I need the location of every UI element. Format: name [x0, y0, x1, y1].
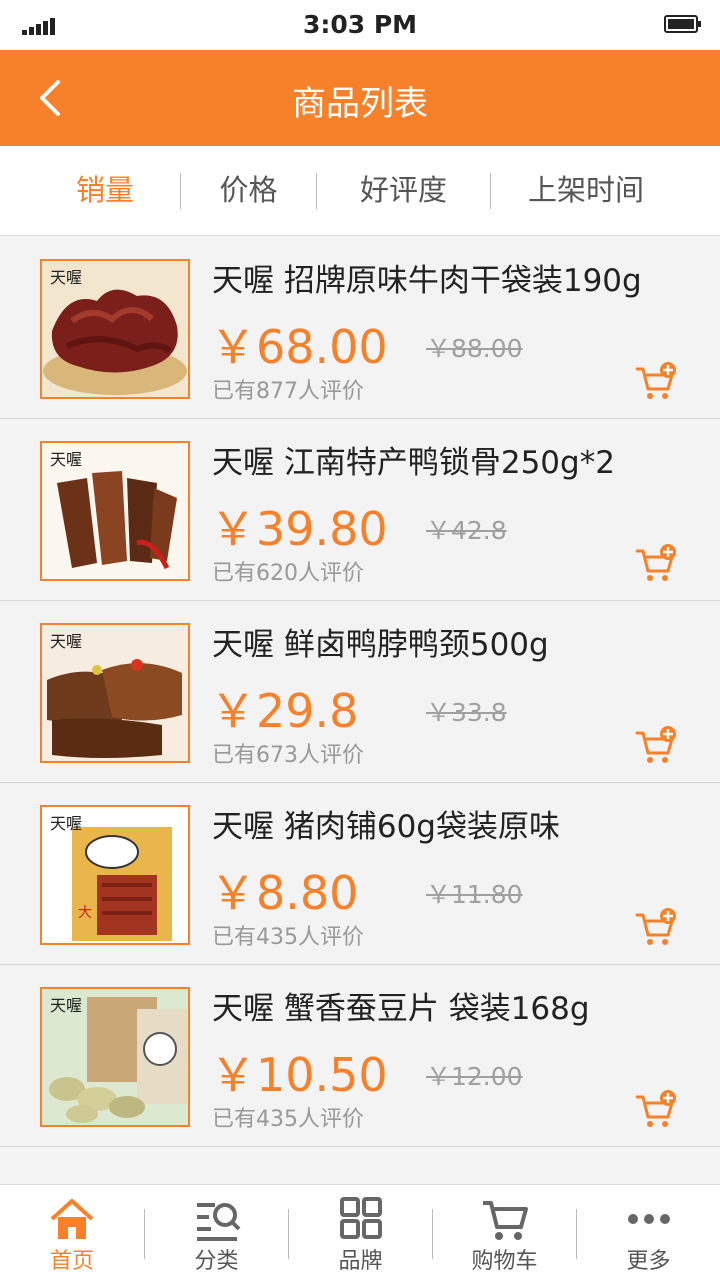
product-item[interactable]: 天喔 天喔 江南特产鸭锁骨250g*2 ￥39.80 ￥42.8 已有620人评… [0, 419, 720, 601]
svg-text:天喔: 天喔 [50, 814, 82, 833]
product-item[interactable]: 天喔 天喔 鲜卤鸭脖鸭颈500g ￥29.8 ￥33.8 已有673人评价 [0, 601, 720, 783]
home-icon [50, 1199, 94, 1239]
product-original-price: ￥33.8 [426, 698, 507, 727]
sort-tab-sales[interactable]: 销量 [30, 146, 180, 235]
category-search-icon [196, 1203, 240, 1241]
status-time: 3:03 PM [302, 10, 418, 39]
product-review-count: 已有435人评价 [212, 925, 364, 950]
product-original-price: ￥12.00 [426, 1062, 523, 1091]
tab-more[interactable]: 更多 [577, 1185, 720, 1280]
product-item[interactable]: 天喔 天喔 招牌原味牛肉干袋装190g ￥68.00 ￥88.00 已有877人… [0, 237, 720, 419]
product-price: ￥29.8 [210, 684, 359, 738]
add-to-cart-icon[interactable] [634, 725, 678, 765]
product-item[interactable]: 大 天喔 天喔 猪肉铺60g袋装原味 ￥8.80 ￥11.80 已有435人评价 [0, 783, 720, 965]
tab-home[interactable]: 首页 [0, 1185, 144, 1280]
header-bar: 商品列表 [0, 50, 720, 146]
product-image-pork-jerky[interactable]: 大 天喔 [40, 805, 190, 945]
add-to-cart-icon[interactable] [634, 543, 678, 583]
product-price: ￥68.00 [210, 320, 388, 374]
tab-label: 品牌 [338, 1249, 383, 1274]
tab-label: 分类 [194, 1249, 239, 1274]
product-name[interactable]: 天喔 蟹香蚕豆片 袋装168g [212, 983, 590, 1028]
product-original-price: ￥11.80 [426, 880, 523, 909]
svg-text:大: 大 [78, 905, 92, 921]
status-bar: 3:03 PM [0, 0, 720, 50]
more-icon [627, 1214, 670, 1224]
product-original-price: ￥42.8 [426, 516, 507, 545]
bottom-tab-bar: 首页 分类 品牌 购物车 更多 [0, 1184, 720, 1280]
svg-text:天喔: 天喔 [50, 632, 82, 651]
tab-label: 首页 [49, 1249, 94, 1274]
cart-icon [482, 1201, 528, 1240]
battery-icon [664, 15, 701, 33]
svg-text:天喔: 天喔 [50, 268, 82, 287]
product-name[interactable]: 天喔 鲜卤鸭脖鸭颈500g [212, 619, 549, 664]
add-to-cart-icon[interactable] [634, 1089, 678, 1129]
tab-cart[interactable]: 购物车 [433, 1185, 576, 1280]
product-review-count: 已有620人评价 [212, 561, 364, 586]
grid-icon [339, 1197, 382, 1239]
svg-text:天喔: 天喔 [50, 450, 82, 469]
product-review-count: 已有435人评价 [212, 1107, 364, 1132]
product-price: ￥10.50 [210, 1048, 388, 1102]
add-to-cart-icon[interactable] [634, 361, 678, 401]
product-name[interactable]: 天喔 江南特产鸭锁骨250g*2 [212, 437, 615, 482]
sort-tab-newest[interactable]: 上架时间 [491, 146, 681, 235]
tab-category[interactable]: 分类 [145, 1185, 288, 1280]
product-name[interactable]: 天喔 猪肉铺60g袋装原味 [212, 801, 560, 846]
product-image-duck-neck[interactable]: 天喔 [40, 623, 190, 763]
product-original-price: ￥88.00 [426, 334, 523, 363]
product-price: ￥8.80 [210, 866, 359, 920]
product-price: ￥39.80 [210, 502, 388, 556]
product-name[interactable]: 天喔 招牌原味牛肉干袋装190g [212, 255, 642, 300]
product-review-count: 已有877人评价 [212, 379, 364, 404]
svg-text:天喔: 天喔 [50, 996, 82, 1015]
sort-tab-rating[interactable]: 好评度 [317, 146, 490, 235]
tab-label: 购物车 [471, 1249, 538, 1274]
product-image-duck-collarbone[interactable]: 天喔 [40, 441, 190, 581]
product-item[interactable]: 天喔 天喔 蟹香蚕豆片 袋装168g ￥10.50 ￥12.00 已有435人评… [0, 965, 720, 1147]
product-image-beef-jerky[interactable]: 天喔 [40, 259, 190, 399]
sort-tab-price[interactable]: 价格 [181, 146, 316, 235]
product-image-broad-beans[interactable]: 天喔 [40, 987, 190, 1127]
tab-label: 更多 [626, 1249, 671, 1274]
product-review-count: 已有673人评价 [212, 743, 364, 768]
add-to-cart-icon[interactable] [634, 907, 678, 947]
tab-brand[interactable]: 品牌 [289, 1185, 432, 1280]
page-title: 商品列表 [292, 84, 428, 124]
sort-bar: 销量 价格 好评度 上架时间 [0, 146, 720, 236]
